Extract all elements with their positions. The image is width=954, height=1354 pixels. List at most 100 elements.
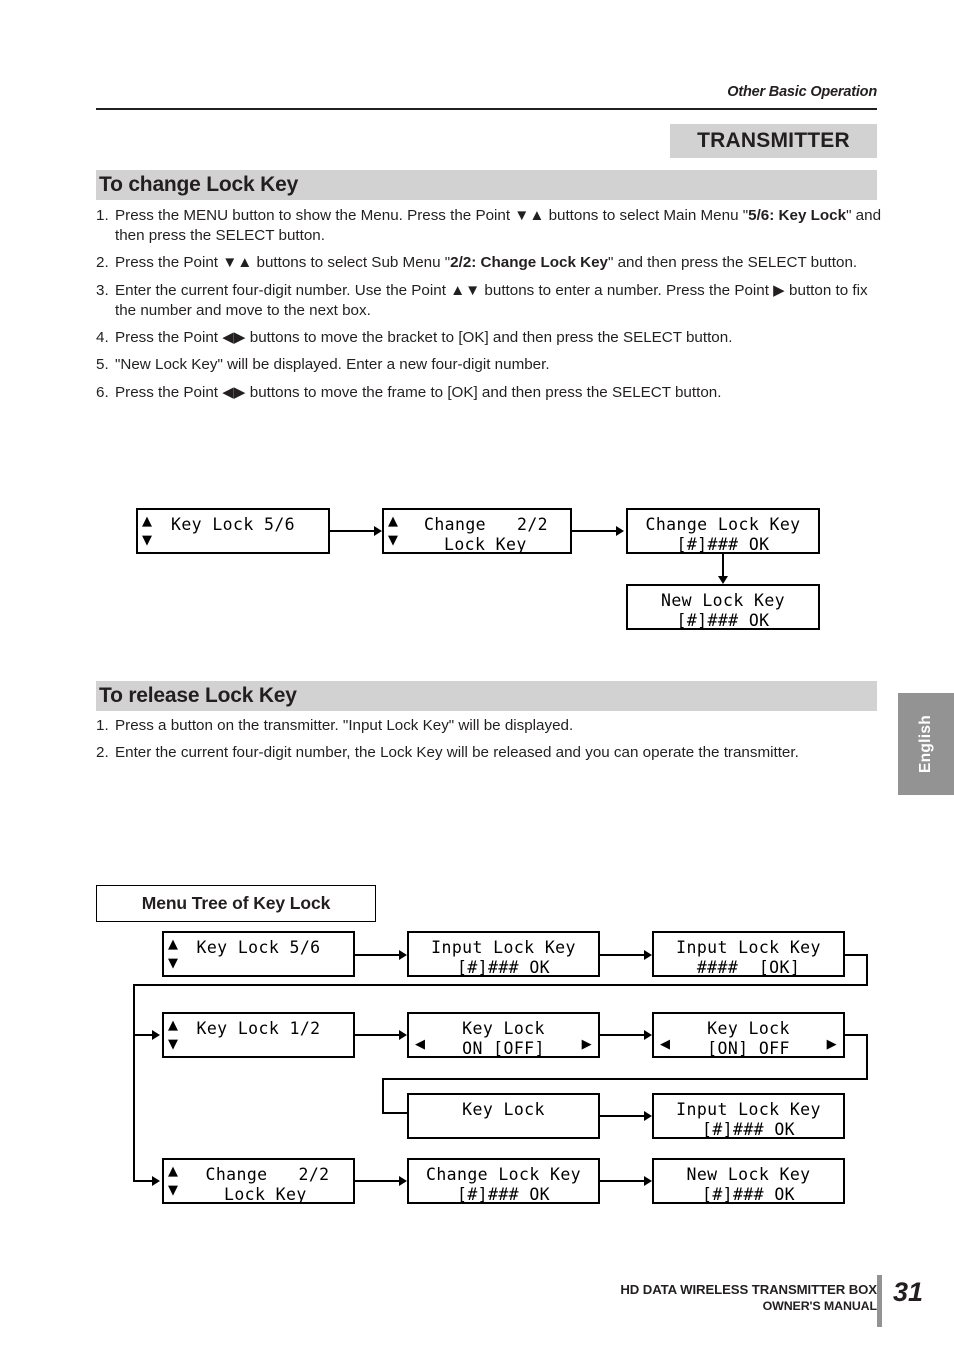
lcd-line-2: [#]### OK	[456, 958, 550, 977]
footer-divider	[877, 1275, 882, 1327]
lcd-line-2: Lock Key	[224, 1185, 307, 1204]
section-heading-change-label: To change Lock Key	[99, 173, 299, 196]
connector-line	[600, 1034, 646, 1036]
section-heading-change-lock-key: To change Lock Key	[96, 170, 877, 200]
lcd-box: Input Lock Key [#]### OK	[407, 931, 600, 977]
footer-manual-line: OWNER'S MANUAL	[762, 1298, 878, 1313]
lcd-line-1: Key Lock 1/2	[196, 1019, 321, 1038]
arrow-right-icon	[374, 526, 382, 536]
lcd-line-1: Input Lock Key	[431, 938, 576, 957]
lcd-box: New Lock Key [#]### OK	[626, 584, 820, 630]
up-down-arrows-icon: ▲ ▼	[168, 1164, 179, 1198]
lcd-line-1: Key Lock 5/6	[170, 515, 295, 534]
transmitter-band: TRANSMITTER	[670, 124, 877, 158]
language-tab-english: English	[898, 693, 954, 795]
footer-product-line: HD DATA WIRELESS TRANSMITTER BOX	[620, 1282, 877, 1297]
lcd-box: ▲ ▼ Key Lock 5/6	[136, 508, 330, 554]
arrow-down-icon	[718, 576, 728, 584]
lcd-line-1: Change Lock Key	[425, 1165, 581, 1184]
lcd-box: ▲ ▼ Key Lock 1/2	[162, 1012, 355, 1058]
arrow-right-icon	[644, 1111, 652, 1121]
connector-line	[133, 984, 868, 986]
lcd-box: ▲ ▼ Change 2/2 Lock Key	[382, 508, 572, 554]
arrow-right-icon	[152, 1176, 160, 1186]
connector-line	[600, 954, 646, 956]
list-item-text: Enter the current four-digit number. Use…	[115, 281, 868, 319]
connector-line	[845, 1034, 868, 1036]
arrow-right-icon	[644, 950, 652, 960]
list-item: 2. Enter the current four-digit number, t…	[96, 743, 881, 763]
arrow-right-icon	[616, 526, 624, 536]
lcd-box: ▲ ▼ Change 2/2 Lock Key	[162, 1158, 355, 1204]
lcd-line-2: [#]### OK	[701, 1185, 795, 1204]
list-item: 1. Press a button on the transmitter. "In…	[96, 716, 881, 736]
steps-release-lock-key: 1. Press a button on the transmitter. "In…	[96, 716, 881, 770]
list-item-text: Press a button on the transmitter. "Inpu…	[115, 717, 574, 734]
arrow-right-icon	[644, 1030, 652, 1040]
list-item-text: Press the MENU button to show the Menu. …	[115, 207, 882, 245]
lcd-line-1: Key Lock 5/6	[196, 938, 321, 957]
list-item-text: Enter the current four-digit number, the…	[115, 744, 799, 762]
running-head: Other Basic Operation	[727, 84, 877, 100]
connector-line	[572, 530, 618, 532]
lcd-line-1: Change Lock Key	[645, 515, 801, 534]
connector-line	[600, 1180, 646, 1182]
connector-line	[382, 1078, 384, 1114]
lcd-box: Key Lock	[407, 1093, 600, 1139]
steps-change-lock-key: 1. Press the MENU button to show the Menu…	[96, 206, 881, 410]
lcd-line-1: Input Lock Key	[676, 1100, 821, 1119]
list-item-number: 2.	[96, 254, 109, 272]
arrow-right-icon	[644, 1176, 652, 1186]
lcd-line-1: Key Lock	[462, 1019, 545, 1038]
lcd-box: New Lock Key [#]### OK	[652, 1158, 845, 1204]
list-item: 4. Press the Point ◀▶ buttons to move the…	[96, 328, 881, 348]
list-item: 2. Press the Point ▼▲ buttons to select S…	[96, 253, 881, 273]
lcd-box: Input Lock Key [#]### OK	[652, 1093, 845, 1139]
connector-line	[382, 1112, 409, 1114]
list-item: 1. Press the MENU button to show the Menu…	[96, 206, 881, 246]
connector-line	[133, 984, 135, 1036]
header-rule	[96, 108, 877, 110]
lcd-line-2: [ON] OFF	[707, 1039, 790, 1058]
list-item: 3. Enter the current four-digit number. U…	[96, 281, 881, 321]
lcd-line-1: Change 2/2	[423, 515, 548, 534]
connector-line	[382, 1078, 868, 1080]
lcd-line-2: [#]### OK	[676, 611, 770, 630]
page-number: 31	[893, 1277, 924, 1307]
arrow-right-icon	[399, 950, 407, 960]
list-item-text: "New Lock Key" will be displayed. Enter …	[115, 356, 550, 374]
connector-line	[600, 1115, 646, 1117]
lcd-line-2: ON [OFF]	[462, 1039, 545, 1058]
footer-text: HD DATA WIRELESS TRANSMITTER BOX OWNER'S…	[620, 1282, 877, 1314]
arrow-right-icon	[399, 1030, 407, 1040]
list-item-number: 4.	[96, 329, 109, 347]
connector-line	[845, 954, 868, 956]
lcd-line-1: New Lock Key	[686, 1165, 811, 1184]
section-heading-release-label: To release Lock Key	[99, 684, 297, 707]
arrow-right-icon	[152, 1030, 160, 1040]
lcd-line-1: Key Lock	[462, 1100, 545, 1119]
list-item-number: 2.	[96, 744, 109, 762]
list-item-text: Press the Point ◀▶ buttons to move the f…	[115, 383, 722, 401]
lcd-line-2: [#]### OK	[456, 1185, 550, 1204]
transmitter-band-label: TRANSMITTER	[697, 129, 850, 152]
lcd-box: ▲ ▼ Key Lock 5/6	[162, 931, 355, 977]
connector-line	[722, 554, 724, 578]
list-item-text: Press the Point ◀▶ buttons to move the b…	[115, 329, 733, 347]
menu-tree-title-label: Menu Tree of Key Lock	[141, 893, 331, 913]
up-down-arrows-icon: ▲ ▼	[388, 514, 399, 548]
section-heading-release-lock-key: To release Lock Key	[96, 681, 877, 711]
list-item-number: 5.	[96, 356, 109, 374]
lcd-line-2: [#]### OK	[676, 535, 770, 554]
lcd-line-2: Lock Key	[444, 535, 527, 554]
lcd-box: Input Lock Key #### [OK]	[652, 931, 845, 977]
lcd-line-2: [#]### OK	[701, 1120, 795, 1139]
list-item: 5. "New Lock Key" will be displayed. Ente…	[96, 355, 881, 375]
connector-line	[355, 954, 401, 956]
menu-tree-title-box: Menu Tree of Key Lock	[96, 885, 376, 922]
lcd-line-1: Input Lock Key	[676, 938, 821, 957]
lcd-box: ◀ ▶ Key Lock [ON] OFF	[652, 1012, 845, 1058]
lcd-line-1: Key Lock	[707, 1019, 790, 1038]
lcd-line-2: #### [OK]	[696, 958, 801, 977]
list-item: 6. Press the Point ◀▶ buttons to move the…	[96, 383, 881, 403]
